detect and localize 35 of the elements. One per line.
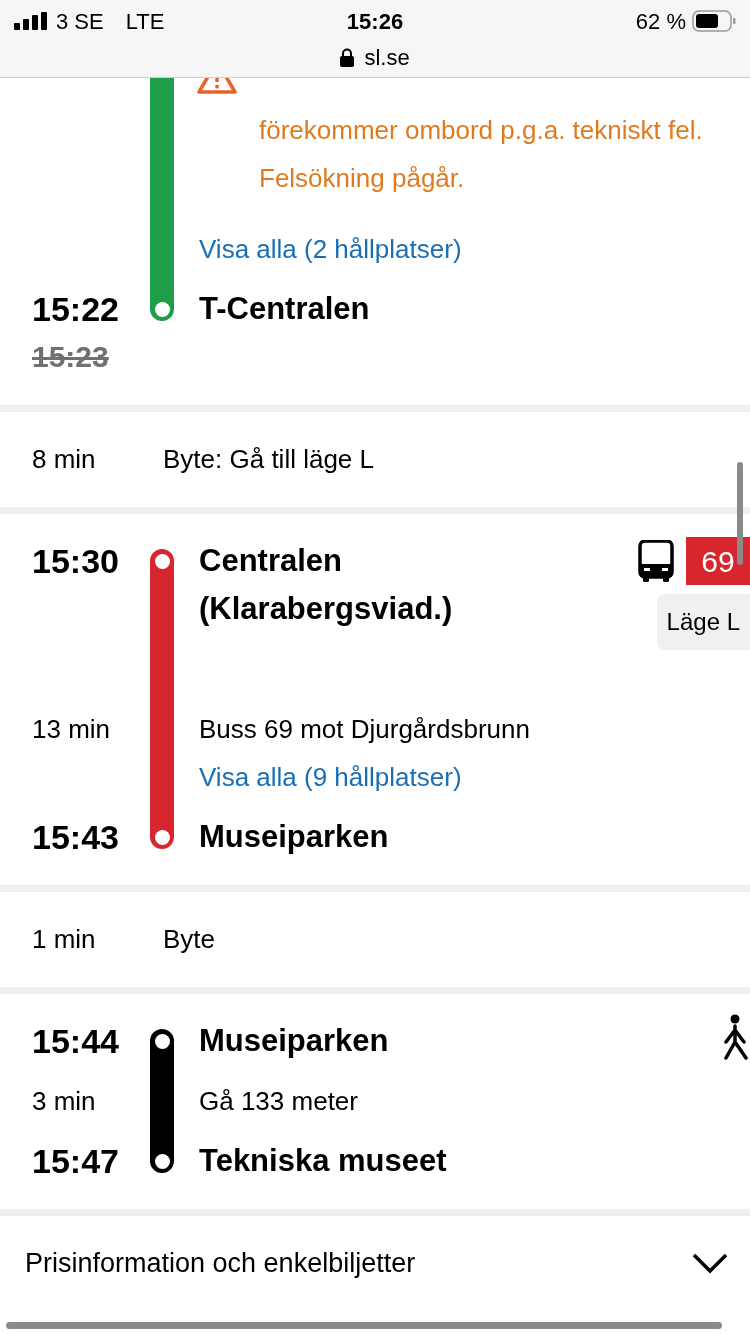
stop-name[interactable]: Museiparken [199, 1017, 710, 1065]
departure-time: 15:30 [32, 541, 120, 582]
show-all-stops-link[interactable]: Visa alla (2 hållplatser) [199, 225, 462, 273]
price-info-label: Prisinformation och enkelbiljetter [25, 1246, 416, 1280]
original-time: 15:23 [32, 339, 109, 375]
warning-message: förekommer ombord p.g.a. tekniskt fel. Felsökning pågår. [259, 114, 704, 195]
warning-icon [197, 78, 237, 94]
leg-duration: 13 min [32, 713, 112, 746]
clock: 15:26 [346, 7, 404, 36]
stop-name[interactable]: Tekniska museet [199, 1137, 710, 1185]
transfer-duration: 8 min [31, 443, 97, 476]
line-number-badge: 69 [686, 537, 750, 585]
departure-time: 15:47 [32, 1141, 120, 1182]
stop-name[interactable]: T-Centralen [199, 285, 740, 333]
battery-percent: 62 % [635, 7, 686, 36]
lock-icon [340, 47, 355, 67]
departure-time: 15:43 [32, 817, 120, 858]
leg-description: Buss 69 mot Djurgårdsbrunn [199, 713, 531, 746]
carrier-name: 3 SE [56, 7, 104, 36]
departure-time: 15:22 [32, 289, 120, 330]
transfer-text: Byte: Gå till läge L [163, 443, 374, 476]
leg-duration: 3 min [32, 1085, 97, 1118]
network-type: LTE [125, 7, 165, 36]
stop-name[interactable]: Museiparken [199, 813, 559, 861]
transfer-duration: 1 min [31, 923, 97, 956]
stop-name[interactable]: Centralen (Klarabergsviad.) [199, 537, 559, 633]
show-all-stops-link[interactable]: Visa alla (9 hållplatser) [199, 753, 462, 801]
address-bar-url[interactable]: sl.se [364, 40, 410, 74]
signal-icon [14, 12, 48, 30]
battery-icon [692, 10, 736, 32]
stop-position-label: Läge L [656, 594, 750, 650]
departure-time: 15:44 [32, 1021, 120, 1062]
bus-icon [638, 540, 674, 582]
transfer-text: Byte [163, 923, 216, 956]
leg-description: Gå 133 meter [199, 1085, 359, 1118]
